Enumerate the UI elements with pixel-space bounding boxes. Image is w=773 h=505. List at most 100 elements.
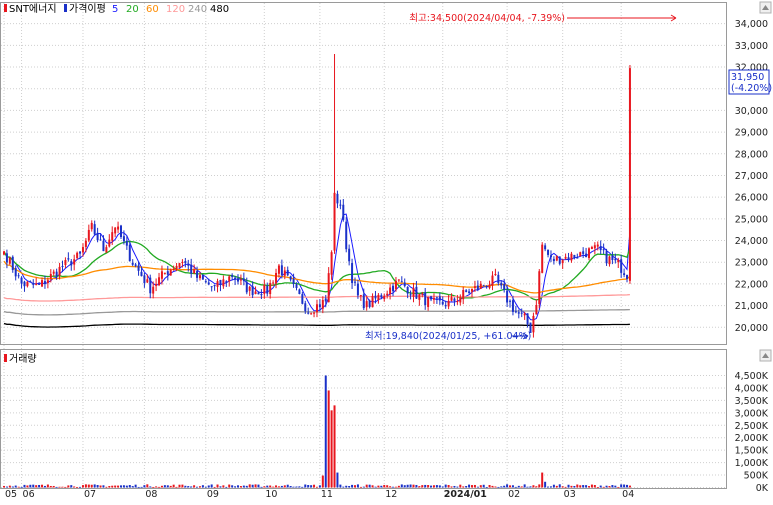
volume-bar xyxy=(178,484,181,488)
volume-bar xyxy=(257,484,260,488)
volume-bar xyxy=(108,486,111,488)
candle-body xyxy=(462,290,465,300)
volume-bar xyxy=(55,486,58,488)
candle-body xyxy=(570,253,573,261)
candle-body xyxy=(204,281,207,283)
volume-bar xyxy=(260,486,263,488)
candle-body xyxy=(488,284,491,288)
candle-body xyxy=(196,271,199,278)
volume-bar xyxy=(169,485,172,488)
volume-bar xyxy=(225,486,228,488)
volume-bar xyxy=(368,484,371,488)
legend-ma-240: 240 xyxy=(188,4,207,15)
volume-legend-title: 거래량 xyxy=(9,353,37,365)
candle-body xyxy=(626,274,629,279)
volume-bar xyxy=(3,485,5,488)
candle-body xyxy=(468,291,471,294)
candle-body xyxy=(371,295,374,308)
candle-body xyxy=(93,224,96,235)
volume-bar xyxy=(32,484,35,488)
candle-body xyxy=(549,255,552,258)
price-tick-label: 24,000 xyxy=(735,236,768,247)
high-annotation: 최고:34,500(2024/04/04, -7.39%) xyxy=(409,13,565,24)
candle-body xyxy=(471,288,473,292)
candle-body xyxy=(514,311,517,313)
low-annotation: 최저:19,840(2024/01/25, +61.04%) xyxy=(365,331,531,342)
volume-scroll-button[interactable] xyxy=(759,349,772,362)
candle-body xyxy=(544,245,547,250)
volume-bar xyxy=(365,484,368,488)
candle-body xyxy=(406,286,409,294)
volume-bar xyxy=(298,486,301,488)
volume-bar xyxy=(400,484,403,488)
price-tick-label: 30,000 xyxy=(735,106,768,117)
volume-bar xyxy=(310,485,313,488)
volume-bar xyxy=(538,484,541,488)
price-tick-label: 25,000 xyxy=(735,214,768,225)
x-tick-label: 04 xyxy=(622,489,634,500)
volume-bar xyxy=(17,486,20,488)
x-tick-label: 07 xyxy=(84,489,96,500)
volume-bar xyxy=(555,485,558,488)
candle-body xyxy=(55,271,58,277)
candle-body xyxy=(234,277,237,280)
candle-body xyxy=(292,278,295,284)
candle-body xyxy=(315,304,318,313)
volume-bar xyxy=(383,484,386,488)
volume-bar xyxy=(476,486,479,488)
candle-body xyxy=(418,294,421,300)
volume-bar xyxy=(158,486,161,488)
volume-bar xyxy=(26,485,29,488)
volume-bar xyxy=(61,486,64,488)
volume-bar xyxy=(535,486,538,488)
volume-bar xyxy=(438,485,441,488)
volume-bar xyxy=(517,485,520,488)
volume-bar xyxy=(43,485,46,488)
volume-bar xyxy=(356,484,359,488)
candle-body xyxy=(368,300,371,307)
candle-body xyxy=(459,297,462,303)
candle-body xyxy=(237,278,239,282)
volume-bar xyxy=(432,485,435,488)
candle-body xyxy=(427,297,430,307)
candle-body xyxy=(582,251,585,254)
candle-body xyxy=(432,297,435,300)
volume-bar xyxy=(301,486,304,488)
price-tick-label: 22,000 xyxy=(735,279,768,290)
volume-bar xyxy=(283,485,286,488)
candle-body xyxy=(310,313,313,315)
candle-body xyxy=(333,192,336,251)
volume-bar xyxy=(324,375,327,488)
candle-body xyxy=(128,244,131,262)
volume-bar xyxy=(272,486,275,488)
candle-body xyxy=(17,275,20,277)
volume-bar xyxy=(605,485,608,488)
price-tick-label: 28,000 xyxy=(735,149,768,160)
candle-body xyxy=(397,279,400,281)
candle-body xyxy=(541,244,544,273)
candle-body xyxy=(394,280,397,290)
candle-body xyxy=(497,274,500,284)
volume-bar xyxy=(120,485,122,488)
volume-bar xyxy=(549,486,552,488)
volume-bar xyxy=(228,484,231,488)
scroll-up-button[interactable] xyxy=(759,1,772,14)
candle-body xyxy=(73,259,76,265)
volume-bar xyxy=(506,484,509,488)
volume-tick-label: 4,500K xyxy=(735,371,769,382)
volume-bar xyxy=(514,486,517,488)
volume-bar xyxy=(96,484,99,488)
candle-body xyxy=(26,281,29,287)
legend-ma-flag xyxy=(64,4,67,12)
volume-bar xyxy=(441,486,444,488)
candle-body xyxy=(526,313,529,325)
legend-ma-60: 60 xyxy=(146,4,159,15)
volume-bar xyxy=(456,486,459,488)
candle-body xyxy=(163,272,166,274)
candle-body xyxy=(117,226,120,230)
volume-bar xyxy=(590,484,593,488)
candle-body xyxy=(277,265,280,274)
candle-body xyxy=(228,276,231,282)
candle-body xyxy=(494,274,497,276)
candle-body xyxy=(79,251,82,254)
